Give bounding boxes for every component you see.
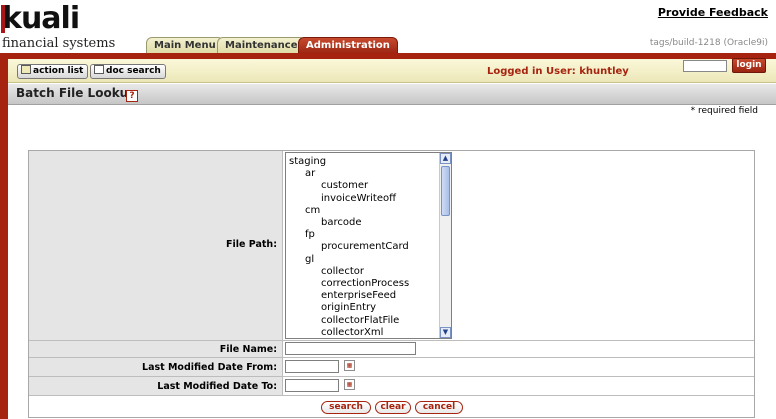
date-from-input[interactable] (285, 360, 339, 373)
lookup-form: File Path: staging ar customer invoiceWrite… (28, 150, 755, 418)
date-to-label: Last Modified Date To: (29, 377, 283, 395)
file-path-option[interactable]: collectorFlatFile (321, 315, 399, 327)
scroll-down-icon[interactable]: ▼ (440, 327, 451, 338)
file-path-option[interactable]: barcode (321, 217, 361, 229)
file-path-option[interactable]: gl (305, 254, 314, 266)
date-to-input[interactable] (285, 379, 339, 392)
file-path-option[interactable]: collector (321, 266, 364, 278)
logo-wordmark: kuali (0, 1, 80, 36)
doc-search-icon (94, 65, 104, 74)
tab-main-menu[interactable]: Main Menu (146, 37, 224, 54)
logo-text: kuali (0, 1, 80, 36)
date-to-cell: ▦ (283, 377, 754, 395)
file-path-option[interactable]: procurementCard (321, 241, 409, 253)
file-path-option[interactable]: customer (321, 180, 368, 192)
date-from-cell: ▦ (283, 358, 754, 376)
scroll-thumb[interactable] (441, 166, 450, 216)
doc-search-label: doc search (106, 66, 161, 76)
scroll-up-icon[interactable]: ▲ (440, 153, 451, 164)
left-rail (0, 59, 8, 419)
calendar-icon[interactable]: ▦ (344, 360, 355, 371)
kuali-logo: kuali financial systems (0, 1, 142, 52)
login-input[interactable] (683, 60, 727, 72)
doc-search-button[interactable]: doc search (90, 64, 166, 79)
file-name-row: File Name: (29, 341, 754, 358)
file-path-row: File Path: staging ar customer invoiceWrite… (29, 151, 754, 341)
file-name-label: File Name: (29, 341, 283, 357)
cancel-button[interactable]: cancel (415, 401, 463, 414)
logo-subtitle: financial systems (2, 36, 116, 51)
file-path-option[interactable]: cm (305, 205, 320, 217)
search-button[interactable]: search (321, 401, 371, 414)
file-path-option[interactable]: invoiceWriteoff (321, 193, 396, 205)
date-to-row: Last Modified Date To: ▦ (29, 377, 754, 396)
calendar-icon[interactable]: ▦ (344, 379, 355, 390)
logged-in-user: Logged in User: khuntley (487, 66, 629, 77)
file-path-option[interactable]: originEntry (321, 302, 376, 314)
action-list-button[interactable]: action list (17, 64, 89, 79)
page-title-bar: Batch File Lookup ? (8, 84, 776, 105)
clear-button[interactable]: clear (375, 401, 411, 414)
file-path-option[interactable]: staging (289, 156, 326, 168)
file-name-cell (283, 341, 754, 357)
provide-feedback-link[interactable]: Provide Feedback (658, 6, 768, 19)
file-path-option[interactable]: ar (305, 168, 315, 180)
date-from-label: Last Modified Date From: (29, 358, 283, 376)
tab-administration[interactable]: Administration (298, 37, 398, 54)
file-name-input[interactable] (285, 342, 416, 355)
file-path-option[interactable]: fp (305, 229, 315, 241)
required-field-note: * required field (690, 106, 758, 116)
action-list-icon (21, 65, 31, 74)
help-icon[interactable]: ? (126, 90, 138, 102)
file-path-option[interactable]: correctionProcess (321, 278, 409, 290)
login-button[interactable]: login (732, 58, 766, 73)
file-path-label: File Path: (29, 151, 283, 340)
action-list-label: action list (33, 66, 84, 76)
page-title: Batch File Lookup (16, 86, 137, 100)
tab-maintenance[interactable]: Maintenance (217, 37, 306, 54)
file-path-option[interactable]: enterpriseFeed (321, 290, 396, 302)
file-path-option[interactable]: collectorXml (321, 327, 383, 338)
page-header: kuali financial systems Provide Feedback… (0, 0, 776, 57)
date-from-row: Last Modified Date From: ▦ (29, 358, 754, 377)
listbox-scrollbar[interactable]: ▲ ▼ (439, 153, 451, 338)
file-path-listbox[interactable]: staging ar customer invoiceWriteoff cm barcod… (285, 152, 452, 339)
build-info: tags/build-1218 (Oracle9i) (649, 38, 768, 48)
